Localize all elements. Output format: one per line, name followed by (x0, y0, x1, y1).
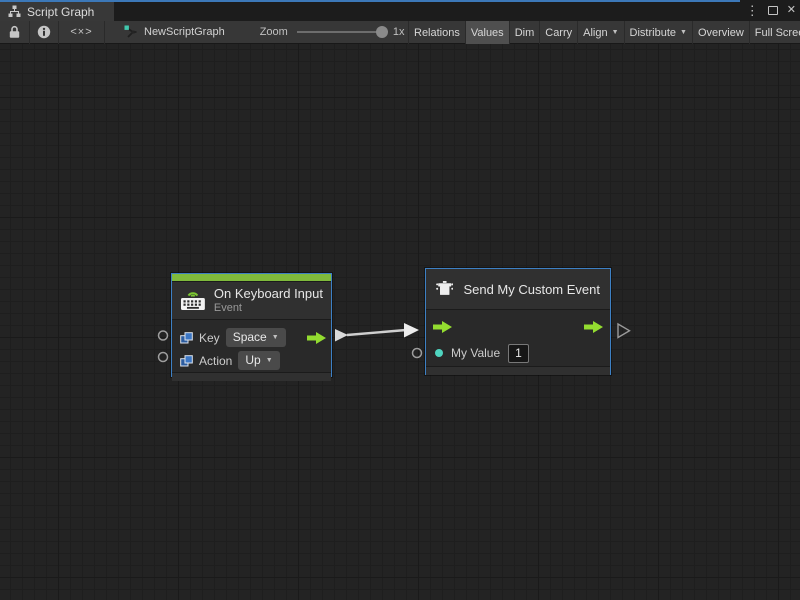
fullscreen-button[interactable]: Full Screen (749, 21, 800, 44)
zoom-slider[interactable] (297, 31, 381, 33)
port-label-action: Action (199, 354, 232, 368)
flow-input-arrow-icon[interactable] (433, 321, 452, 333)
align-dropdown-button[interactable]: Align ▼ (577, 21, 623, 44)
hierarchy-graph-icon (8, 5, 21, 18)
zoom-value: 1x (393, 26, 405, 38)
my-value-input-port[interactable] (413, 349, 422, 358)
action-input-port[interactable] (159, 353, 168, 362)
flow-connection-wire[interactable] (347, 330, 406, 335)
flow-output-arrow-icon[interactable] (584, 321, 603, 333)
script-graph-window: Script Graph ⋮ ✕ <×> (0, 0, 800, 600)
chevron-down-icon: ▼ (612, 29, 619, 36)
flow-port-row (426, 314, 610, 340)
menu-icon[interactable]: ⋮ (746, 4, 759, 17)
graph-asset[interactable]: NewScriptGraph (124, 25, 225, 39)
button-label: Relations (414, 27, 460, 39)
zoom-label: Zoom (260, 26, 288, 38)
connection-layer (0, 44, 800, 600)
value-type-icon (180, 332, 193, 344)
code-preview-button[interactable]: <×> (59, 21, 104, 44)
tab-script-graph[interactable]: Script Graph (0, 2, 114, 21)
flow-output-port[interactable] (618, 324, 630, 338)
node-footer (172, 372, 331, 381)
node-ports: Key Space ▼ Action U (172, 320, 331, 372)
distribute-dropdown-button[interactable]: Distribute ▼ (624, 21, 692, 44)
keyboard-icon (180, 290, 206, 311)
node-subtitle: Event (214, 302, 323, 314)
info-button[interactable] (30, 21, 58, 44)
key-dropdown[interactable]: Space ▼ (226, 328, 286, 347)
button-label: Values (471, 27, 504, 39)
node-header[interactable]: On Keyboard Input Event (172, 282, 331, 320)
node-header[interactable]: Send My Custom Event (426, 269, 610, 310)
close-icon[interactable]: ✕ (787, 5, 796, 16)
script-graph-asset-icon (124, 25, 138, 39)
info-icon (37, 25, 51, 39)
key-dropdown-value: Space (233, 330, 267, 344)
values-button[interactable]: Values (465, 21, 509, 44)
my-value-input[interactable]: 1 (508, 344, 529, 363)
chevron-down-icon: ▼ (272, 334, 279, 341)
port-label-my-value: My Value (451, 346, 500, 360)
value-type-icon (180, 355, 193, 367)
connection-end-arrow (404, 323, 419, 338)
graph-canvas[interactable]: On Keyboard Input Event Key Space ▼ (0, 44, 800, 600)
zoom-slider-handle[interactable] (376, 26, 388, 38)
connection-start-arrow (335, 329, 348, 342)
action-dropdown-value: Up (245, 353, 260, 367)
port-row-key: Key Space ▼ (172, 326, 331, 349)
custom-event-icon (436, 278, 453, 300)
button-label: Carry (545, 27, 572, 39)
view-mode-buttons: Relations Values Dim Carry Align ▼ Distr… (408, 21, 800, 44)
graph-asset-name: NewScriptGraph (144, 26, 225, 38)
flow-output-arrow-icon[interactable] (307, 332, 326, 344)
button-label: Dim (515, 27, 535, 39)
lock-button[interactable] (0, 21, 29, 44)
button-label: Distribute (630, 27, 676, 39)
node-title: Send My Custom Event (463, 282, 600, 297)
event-accent-bar (172, 274, 331, 282)
node-ports: My Value 1 (426, 310, 610, 366)
port-row-action: Action Up ▼ (172, 349, 331, 372)
key-input-port[interactable] (159, 331, 168, 340)
dim-button[interactable]: Dim (509, 21, 540, 44)
chevron-down-icon: ▼ (266, 357, 273, 364)
value-port-icon (435, 349, 443, 357)
chevron-down-icon: ▼ (680, 29, 687, 36)
node-footer (426, 366, 610, 375)
node-on-keyboard-input[interactable]: On Keyboard Input Event Key Space ▼ (171, 273, 332, 377)
port-label-key: Key (199, 331, 220, 345)
overview-button[interactable]: Overview (692, 21, 749, 44)
window-controls: ⋮ ✕ (746, 0, 796, 21)
zoom-control: Zoom 1x (260, 26, 405, 38)
action-dropdown[interactable]: Up ▼ (238, 351, 279, 370)
node-title: On Keyboard Input (214, 286, 323, 301)
carry-button[interactable]: Carry (539, 21, 577, 44)
maximize-icon[interactable] (768, 6, 778, 15)
tab-title: Script Graph (27, 5, 94, 19)
toolbar: <×> NewScriptGraph Zoom 1x Relations Val… (0, 21, 800, 44)
lock-icon (9, 25, 20, 39)
relations-button[interactable]: Relations (408, 21, 465, 44)
button-label: Align (583, 27, 607, 39)
node-send-my-custom-event[interactable]: Send My Custom Event My Value 1 (425, 268, 611, 375)
tab-bar: Script Graph ⋮ ✕ (0, 0, 800, 21)
button-label: Overview (698, 27, 744, 39)
button-label: Full Screen (755, 27, 800, 39)
port-row-my-value: My Value 1 (426, 340, 610, 366)
toolbar-separator (104, 21, 105, 44)
